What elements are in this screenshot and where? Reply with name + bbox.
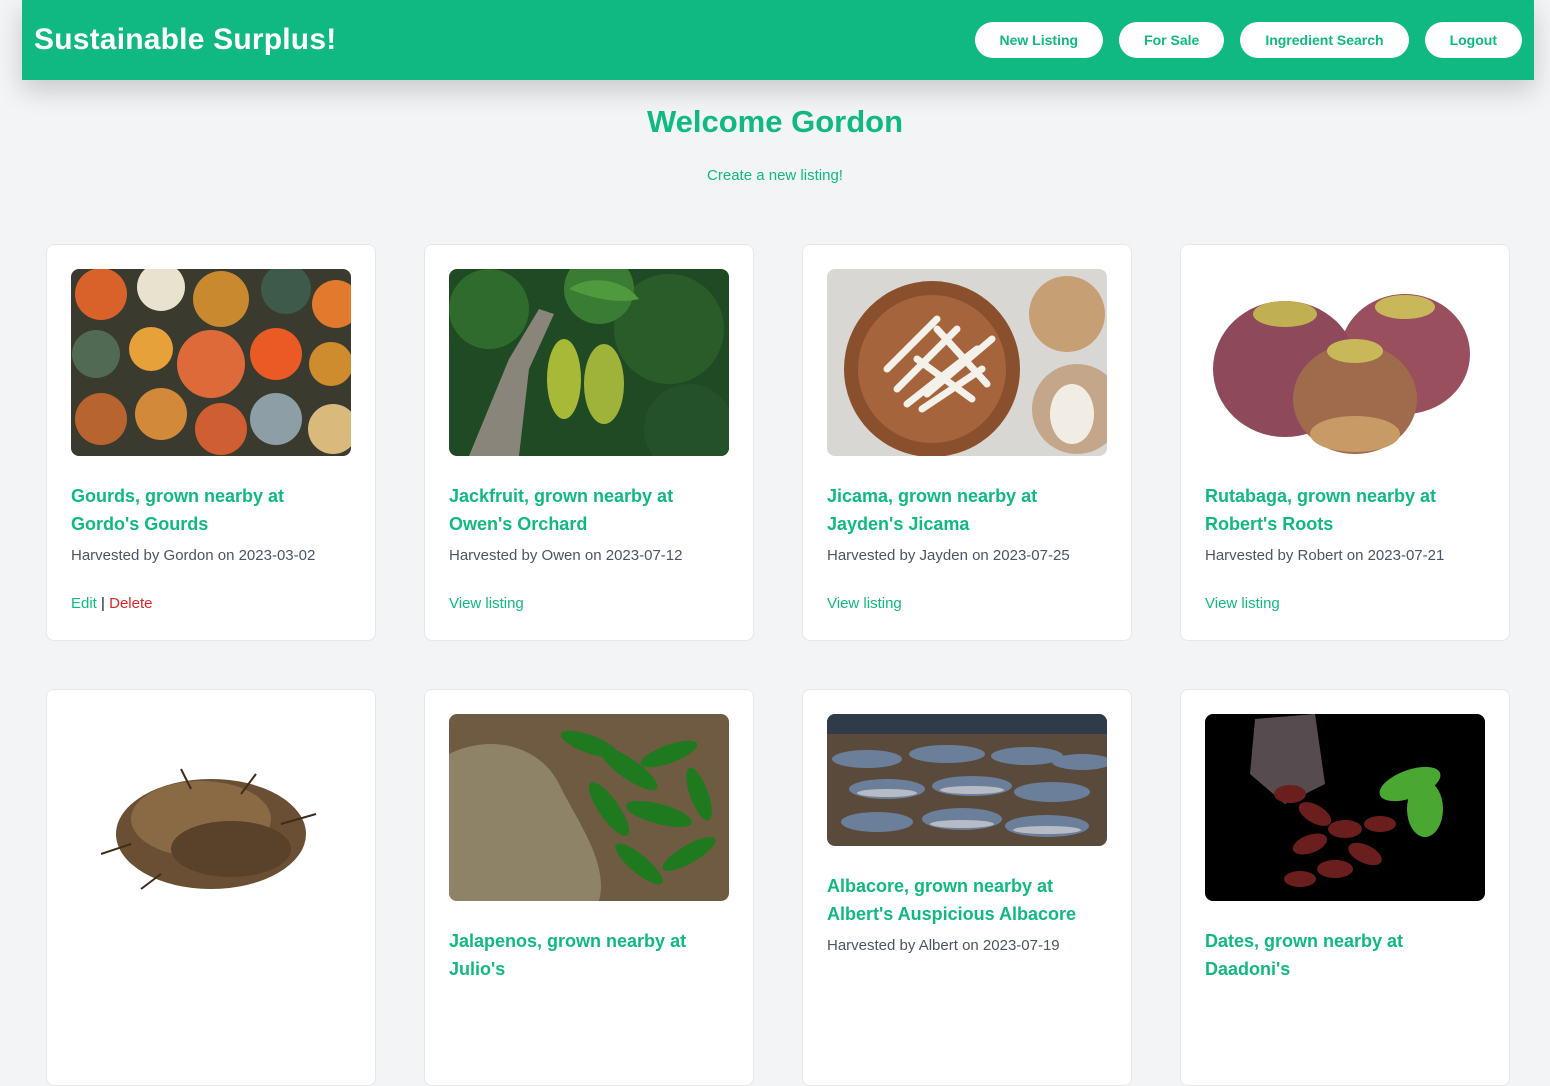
listing-actions: View listing [827, 592, 1107, 616]
albacore-image [827, 714, 1107, 846]
albacore-photo [827, 714, 1107, 846]
for-sale-button[interactable]: For Sale [1119, 22, 1225, 58]
harvest-info: Harvested by Albert on 2023-07-19 [827, 937, 1060, 954]
navbar: Sustainable Surplus! New Listing For Sal… [22, 0, 1534, 80]
create-listing-link[interactable]: Create a new listing! [707, 167, 843, 184]
rutabaga-photo [1205, 269, 1485, 456]
dates-image [1205, 714, 1485, 901]
listing-actions: View listing [449, 592, 729, 616]
edit-link[interactable]: Edit [71, 595, 97, 612]
gourds-image [71, 269, 351, 456]
listing-card: Rutabaga, grown nearby at Robert's Roots… [1180, 244, 1510, 641]
harvest-info: Harvested by Jayden on 2023-07-25 [827, 547, 1070, 564]
ingredient-search-button[interactable]: Ingredient Search [1240, 22, 1409, 58]
create-listing-container: Create a new listing! [0, 167, 1550, 184]
action-separator: | [101, 595, 105, 612]
listing-grid: Gourds, grown nearby at Gordo's Gourds H… [46, 244, 1510, 1086]
view-listing-link[interactable]: View listing [827, 595, 902, 612]
listing-actions: View listing [1205, 592, 1485, 616]
view-listing-link[interactable]: View listing [1205, 595, 1280, 612]
harvest-info: Harvested by Owen on 2023-07-12 [449, 547, 683, 564]
view-listing-link[interactable]: View listing [449, 595, 524, 612]
jackfruit-photo [449, 269, 729, 456]
listing-title[interactable]: Albacore, grown nearby at Albert's Auspi… [827, 872, 1107, 928]
listing-title[interactable]: Jackfruit, grown nearby at Owen's Orchar… [449, 482, 729, 538]
crickets-photo [71, 714, 351, 901]
listing-card [46, 689, 376, 1086]
listing-card: Dates, grown nearby at Daadoni's [1180, 689, 1510, 1086]
harvest-info: Harvested by Gordon on 2023-03-02 [71, 547, 316, 564]
jalapenos-photo [449, 714, 729, 901]
rutabaga-image [1205, 269, 1485, 456]
listing-actions: Edit | Delete [71, 592, 351, 616]
gourds-photo [71, 269, 351, 456]
dates-photo [1205, 714, 1485, 901]
crickets-image [71, 714, 351, 901]
delete-link[interactable]: Delete [109, 595, 152, 612]
listing-card: Jicama, grown nearby at Jayden's Jicama … [802, 244, 1132, 641]
logout-button[interactable]: Logout [1424, 22, 1522, 58]
listing-title[interactable]: Jalapenos, grown nearby at Julio's [449, 927, 729, 983]
jackfruit-image [449, 269, 729, 456]
welcome-heading: Welcome Gordon [646, 104, 904, 139]
listing-card: Albacore, grown nearby at Albert's Auspi… [802, 689, 1132, 1086]
jalapenos-image [449, 714, 729, 901]
listing-title[interactable]: Gourds, grown nearby at Gordo's Gourds [71, 482, 351, 538]
listing-title[interactable]: Dates, grown nearby at Daadoni's [1205, 927, 1485, 983]
jicama-photo [827, 269, 1107, 456]
listing-card: Jackfruit, grown nearby at Owen's Orchar… [424, 244, 754, 641]
brand-title[interactable]: Sustainable Surplus! [34, 23, 336, 57]
listing-title[interactable]: Rutabaga, grown nearby at Robert's Roots [1205, 482, 1485, 538]
new-listing-button[interactable]: New Listing [974, 22, 1104, 58]
listing-card: Gourds, grown nearby at Gordo's Gourds H… [46, 244, 376, 641]
nav-buttons: New Listing For Sale Ingredient Search L… [974, 22, 1522, 58]
listing-card: Jalapenos, grown nearby at Julio's [424, 689, 754, 1086]
harvest-info: Harvested by Robert on 2023-07-21 [1205, 547, 1445, 564]
listing-title[interactable]: Jicama, grown nearby at Jayden's Jicama [827, 482, 1107, 538]
jicama-image [827, 269, 1107, 456]
